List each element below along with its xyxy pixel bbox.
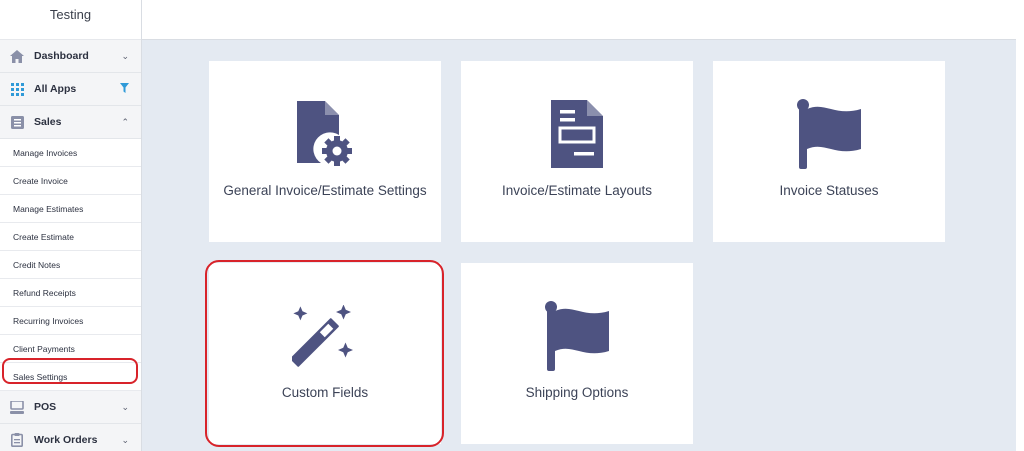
grid-icon [10,82,24,96]
sales-settings-highlight [2,358,138,384]
chevron-down-icon: ⌄ [121,434,129,445]
card-general-settings[interactable]: General Invoice/Estimate Settings [209,61,441,242]
sidebar-item-label: Work Orders [34,434,98,446]
scrollbar[interactable] [1016,0,1024,451]
card-label: Invoice Statuses [779,183,879,198]
sidebar-item-label: All Apps [34,83,77,95]
sidebar-item-dashboard[interactable]: Dashboard ⌄ [0,40,141,73]
submenu-item-manage-invoices[interactable]: Manage Invoices [0,139,141,167]
chevron-down-icon: ⌄ [121,50,129,61]
card-label: General Invoice/Estimate Settings [223,183,427,198]
card-layouts[interactable]: Invoice/Estimate Layouts [461,61,693,242]
filter-icon[interactable] [120,83,129,95]
card-label: Invoice/Estimate Layouts [501,183,653,198]
card-invoice-statuses[interactable]: Invoice Statuses [713,61,945,242]
chevron-down-icon: ⌄ [121,401,129,412]
sales-submenu: Manage Invoices Create Invoice Manage Es… [0,139,141,391]
sidebar-item-label: Dashboard [34,50,89,62]
submenu-item-credit-notes[interactable]: Credit Notes [0,251,141,279]
sidebar-item-all-apps[interactable]: All Apps [0,73,141,106]
monitor-icon [10,400,24,414]
file-gear-icon [295,99,355,169]
submenu-item-create-invoice[interactable]: Create Invoice [0,167,141,195]
top-bar [142,0,1016,40]
chevron-up-icon: ⌃ [121,116,129,127]
submenu-item-refund-receipts[interactable]: Refund Receipts [0,279,141,307]
sidebar-item-sales[interactable]: Sales ⌃ [0,106,141,139]
clipboard-icon [10,433,24,447]
custom-fields-highlight [205,260,444,447]
flag-icon [543,301,611,371]
list-icon [10,115,24,129]
card-label: Shipping Options [525,385,629,400]
submenu-item-create-estimate[interactable]: Create Estimate [0,223,141,251]
submenu-item-manage-estimates[interactable]: Manage Estimates [0,195,141,223]
flag-icon [795,99,863,169]
card-shipping-options[interactable]: Shipping Options [461,263,693,444]
brand-name[interactable]: Testing [0,0,141,40]
submenu-item-recurring-invoices[interactable]: Recurring Invoices [0,307,141,335]
sidebar-item-pos[interactable]: POS ⌄ [0,391,141,424]
document-layout-icon [551,99,603,169]
home-icon [10,49,24,63]
sidebar-item-label: POS [34,401,57,413]
sidebar-item-label: Sales [34,116,62,128]
sidebar-item-work-orders[interactable]: Work Orders ⌄ [0,424,141,451]
